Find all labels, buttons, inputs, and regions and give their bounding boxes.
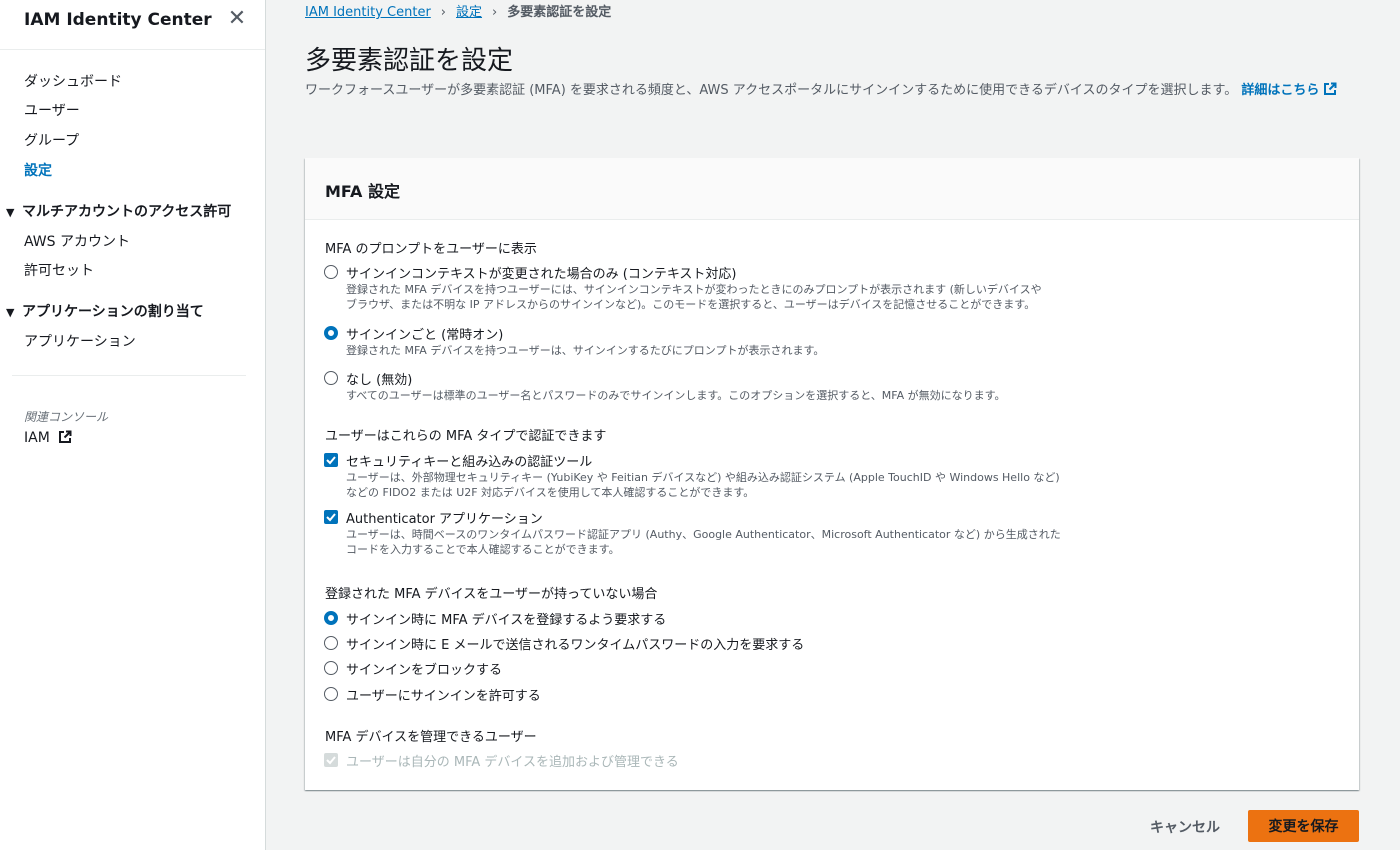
- sidebar: IAM Identity Center ✕ ダッシュボード ユーザー グループ …: [0, 0, 266, 850]
- iam-link-label: IAM: [24, 430, 50, 446]
- sidebar-header: IAM Identity Center ✕: [0, 0, 265, 50]
- sidebar-section-label: アプリケーションの割り当て: [22, 304, 204, 320]
- option-title: ユーザーにサインインを許可する: [346, 689, 541, 704]
- option-description: などの FIDO2 または U2F 対応デバイスを使用して本人確認することができ…: [346, 486, 755, 499]
- check-icon: [326, 513, 336, 522]
- check-icon: [326, 756, 336, 765]
- panel-header: MFA 設定: [305, 158, 1359, 220]
- sidebar-item-users[interactable]: ユーザー: [24, 100, 80, 120]
- chevron-right-icon: ›: [440, 5, 446, 20]
- option-title: サインインごと (常時オン): [346, 328, 504, 343]
- page-title: 多要素認証を設定: [305, 46, 514, 76]
- no-device-group-label: 登録された MFA デバイスをユーザーが持っていない場合: [325, 587, 658, 602]
- breadcrumb-link-settings[interactable]: 設定: [456, 5, 482, 20]
- prompt-group-label: MFA のプロンプトをユーザーに表示: [325, 242, 537, 257]
- option-title: サインインコンテキストが変更された場合のみ (コンテキスト対応): [346, 267, 737, 282]
- checkbox-checked[interactable]: [324, 453, 338, 467]
- breadcrumb-current: 多要素認証を設定: [507, 5, 612, 20]
- radio-button-selected[interactable]: [324, 611, 338, 625]
- caret-down-icon: ▼: [6, 306, 15, 319]
- sidebar-item-settings[interactable]: 設定: [24, 160, 52, 180]
- radio-button-selected[interactable]: [324, 326, 338, 340]
- option-description: ユーザーは、外部物理セキュリティキー (YubiKey や Feitian デバ…: [346, 471, 1060, 484]
- sidebar-item-groups[interactable]: グループ: [24, 130, 79, 150]
- option-description: コードを入力することで本人確認することができます。: [346, 543, 620, 556]
- option-description: ユーザーは、時間ベースのワンタイムパスワード認証アプリ (Authy、Googl…: [346, 528, 1061, 541]
- external-link-icon: [1324, 82, 1337, 95]
- manage-devices-group-label: MFA デバイスを管理できるユーザー: [325, 730, 537, 745]
- checkbox-checked-disabled: [324, 753, 338, 767]
- mfa-settings-panel: MFA 設定 MFA のプロンプトをユーザーに表示 サインインコンテキストが変更…: [305, 158, 1359, 790]
- breadcrumb-link-identity-center[interactable]: IAM Identity Center: [305, 5, 431, 20]
- sidebar-divider: [12, 375, 246, 376]
- option-description: 登録された MFA デバイスを持つユーザーには、サインインコンテキストが変わった…: [346, 283, 1042, 296]
- option-title: なし (無効): [346, 373, 413, 388]
- related-consoles-label: 関連コンソール: [24, 410, 109, 424]
- sidebar-item-dashboard[interactable]: ダッシュボード: [24, 71, 122, 91]
- check-icon: [326, 456, 336, 465]
- sidebar-item-aws-accounts[interactable]: AWS アカウント: [24, 231, 130, 251]
- sidebar-section-app-assignments[interactable]: ▼ アプリケーションの割り当て: [6, 301, 204, 321]
- option-description: すべてのユーザーは標準のユーザー名とパスワードのみでサインインします。このオプシ…: [346, 389, 1006, 402]
- sidebar-section-label: マルチアカウントのアクセス許可: [22, 204, 232, 220]
- radio-button[interactable]: [324, 687, 338, 701]
- radio-button[interactable]: [324, 371, 338, 385]
- sidebar-title: IAM Identity Center: [24, 10, 212, 30]
- option-title: ユーザーは自分の MFA デバイスを追加および管理できる: [346, 755, 679, 770]
- sidebar-item-iam[interactable]: IAM: [24, 430, 72, 446]
- caret-down-icon: ▼: [6, 206, 15, 219]
- learn-more-link[interactable]: 詳細はこちら: [1241, 82, 1337, 98]
- sidebar-item-permission-sets[interactable]: 許可セット: [24, 260, 94, 280]
- option-title: サインインをブロックする: [346, 663, 503, 678]
- learn-more-label: 詳細はこちら: [1241, 83, 1320, 98]
- radio-button[interactable]: [324, 661, 338, 675]
- page-description: ワークフォースユーザーが多要素認証 (MFA) を要求される頻度と、AWS アク…: [305, 80, 1355, 102]
- option-description: 登録された MFA デバイスを持つユーザーは、サインインするたびにプロンプトが表…: [346, 344, 825, 357]
- external-link-icon: [59, 430, 72, 443]
- chevron-right-icon: ›: [492, 5, 498, 20]
- option-description: ブラウザ、または不明な IP アドレスからのサインインなど)。このモードを選択す…: [346, 298, 1036, 311]
- panel-title: MFA 設定: [325, 182, 400, 201]
- option-title: Authenticator アプリケーション: [346, 512, 543, 527]
- mfa-types-group-label: ユーザーはこれらの MFA タイプで認証できます: [325, 429, 607, 444]
- radio-button[interactable]: [324, 265, 338, 279]
- page-description-text: ワークフォースユーザーが多要素認証 (MFA) を要求される頻度と、AWS アク…: [305, 83, 1238, 98]
- close-icon[interactable]: ✕: [227, 8, 247, 30]
- save-changes-button[interactable]: 変更を保存: [1248, 810, 1359, 842]
- option-title: サインイン時に MFA デバイスを登録するよう要求する: [346, 613, 667, 628]
- cancel-button[interactable]: キャンセル: [1140, 812, 1230, 842]
- breadcrumb: IAM Identity Center › 設定 › 多要素認証を設定: [305, 1, 611, 20]
- option-title: サインイン時に E メールで送信されるワンタイムパスワードの入力を要求する: [346, 638, 805, 653]
- checkbox-checked[interactable]: [324, 510, 338, 524]
- sidebar-section-multi-account[interactable]: ▼ マルチアカウントのアクセス許可: [6, 201, 231, 221]
- sidebar-item-applications[interactable]: アプリケーション: [24, 331, 136, 351]
- option-title: セキュリティキーと組み込みの認証ツール: [346, 455, 593, 470]
- radio-button[interactable]: [324, 636, 338, 650]
